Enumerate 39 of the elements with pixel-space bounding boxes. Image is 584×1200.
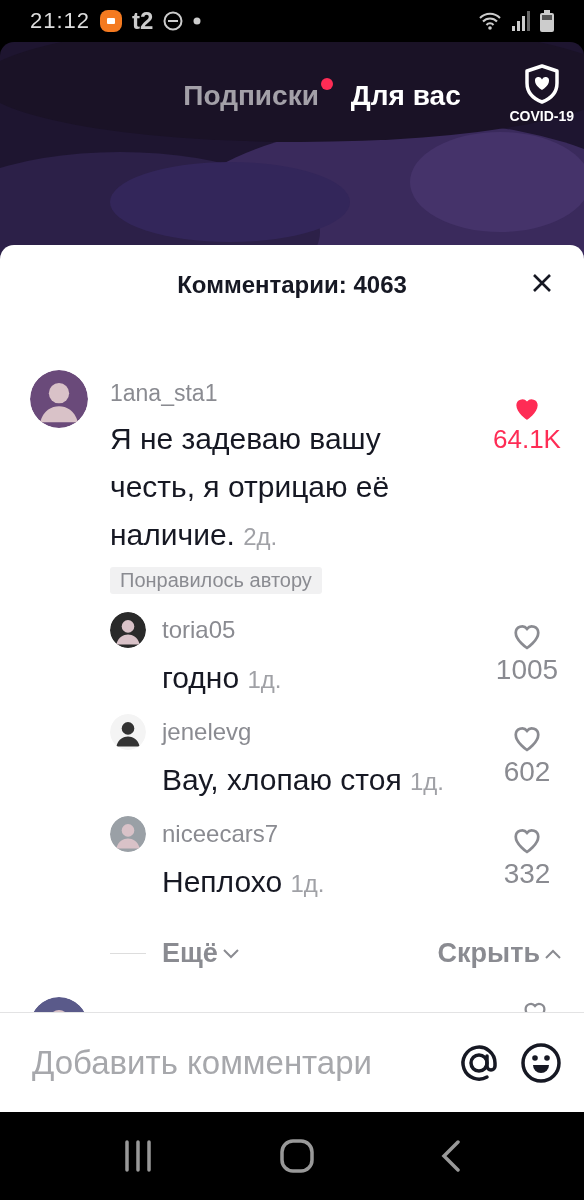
comment-username[interactable]: 1ana_sta1	[110, 380, 218, 407]
sheet-title: Комментарии: 4063	[177, 271, 407, 299]
recent-apps-icon	[123, 1140, 154, 1172]
reply-username[interactable]: toria05	[162, 616, 236, 644]
emoji-button[interactable]	[520, 1041, 562, 1084]
app-icon	[100, 10, 123, 32]
shield-heart-icon	[523, 64, 560, 104]
feed-tab[interactable]: Для вас	[350, 80, 461, 112]
avatar-icon[interactable]	[30, 370, 88, 428]
do-not-disturb-icon	[163, 11, 184, 31]
reply-text: Неплохо 1д.	[162, 864, 325, 900]
reply-username[interactable]: niceecars7	[162, 820, 279, 848]
chevron-down-icon	[221, 947, 240, 960]
chevron-up-icon	[544, 947, 562, 960]
covid-button[interactable]: COVID-19	[509, 64, 574, 124]
battery-icon	[540, 10, 554, 32]
author-liked-badge: Понравилось автору	[110, 567, 322, 594]
dot-icon	[193, 17, 202, 25]
reply-text: Вау, хлопаю стоя 1д.	[162, 762, 445, 798]
home-icon	[280, 1139, 314, 1173]
avatar-icon[interactable]	[110, 714, 146, 750]
avatar-icon[interactable]	[110, 612, 146, 648]
like-count: 602	[503, 756, 551, 788]
signal-icon	[512, 11, 530, 31]
more-replies-button[interactable]: Ещё	[162, 938, 240, 969]
wifi-icon	[478, 11, 502, 31]
comment-text: Я не задеваю вашу честь, я отрицаю её наличие. 2д.	[110, 421, 391, 553]
reply-username[interactable]: jenelevg	[162, 718, 252, 746]
close-icon	[532, 273, 552, 293]
like-count: 332	[503, 858, 551, 890]
like-count: 1005	[495, 654, 559, 686]
status-time: 21:12	[30, 8, 91, 34]
back-icon	[440, 1140, 461, 1172]
hide-replies-button[interactable]: Скрыть	[437, 938, 562, 969]
like-count: 64.1K	[493, 424, 561, 455]
feed-tab[interactable]: Подписки	[183, 80, 319, 112]
smiley-icon	[520, 1041, 562, 1084]
carrier-label: t2	[132, 7, 154, 35]
reply-text: годно 1д.	[162, 660, 282, 696]
